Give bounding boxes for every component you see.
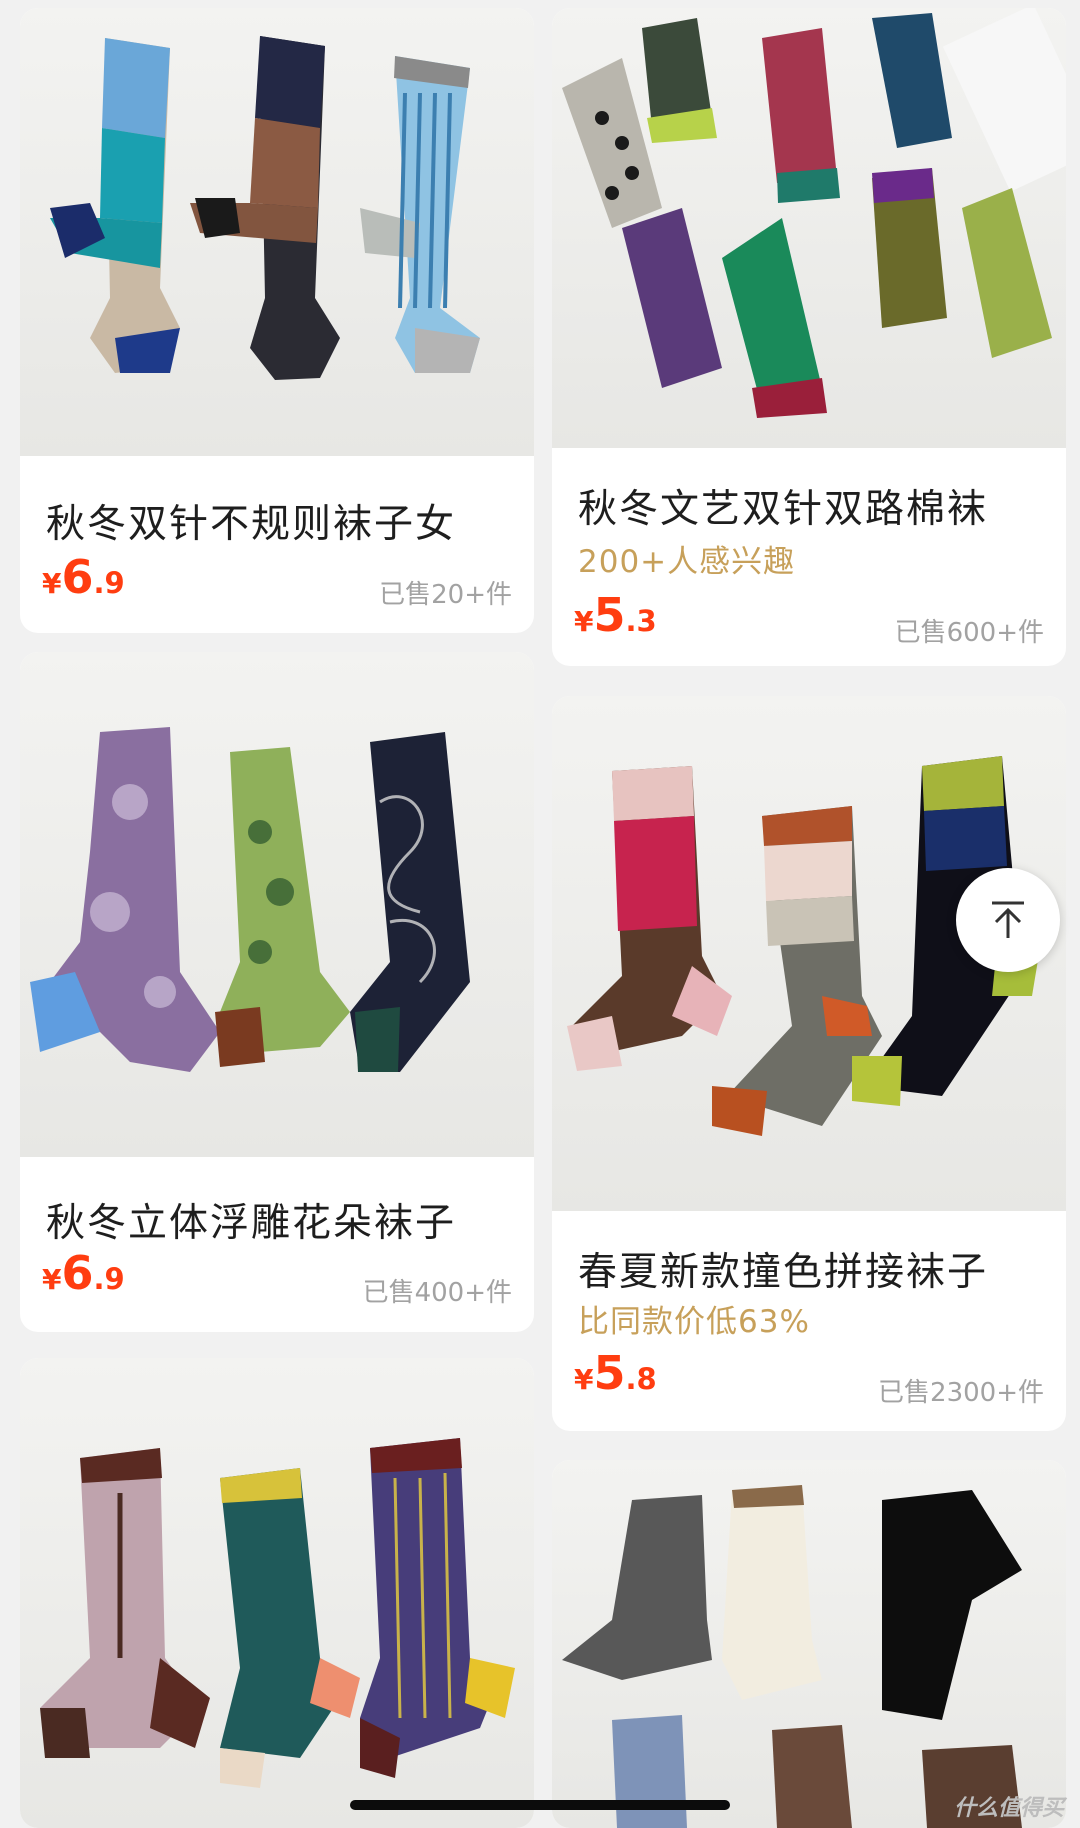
product-sold-count: 已售400+件 <box>362 1278 512 1308</box>
price-integer: 6 <box>61 550 94 604</box>
product-image-3[interactable] <box>20 652 534 1157</box>
price-currency: ¥ <box>574 1363 594 1396</box>
product-card-1[interactable]: 秋冬双针不规则袜子女 ¥6.9 已售20+件 <box>20 8 534 633</box>
product-sold-count: 已售20+件 <box>379 580 512 610</box>
price-integer: 5 <box>593 588 626 642</box>
price-currency: ¥ <box>574 605 594 638</box>
price-currency: ¥ <box>42 1263 62 1296</box>
price-decimal: .3 <box>625 604 657 638</box>
product-sold-count: 已售600+件 <box>894 618 1044 648</box>
price-currency: ¥ <box>42 567 62 600</box>
home-indicator[interactable] <box>350 1800 730 1810</box>
arrow-up-to-top-icon <box>992 901 1024 938</box>
back-to-top-button[interactable] <box>956 868 1060 972</box>
product-title[interactable]: 秋冬双针不规则袜子女 <box>46 493 514 549</box>
product-price: ¥6.9 <box>42 1246 125 1300</box>
product-price: ¥6.9 <box>42 550 125 604</box>
product-card-4[interactable]: 春夏新款撞色拼接袜子 比同款价低63% ¥5.8 已售2300+件 <box>552 696 1066 1431</box>
product-card-2[interactable]: 秋冬文艺双针双路棉袜 200+人感兴趣 ¥5.3 已售600+件 <box>552 8 1066 666</box>
product-title[interactable]: 秋冬文艺双针双路棉袜 <box>578 478 1046 534</box>
product-feed: 秋冬双针不规则袜子女 ¥6.9 已售20+件 秋冬文艺双针双路棉袜 200+人感… <box>0 0 1080 1828</box>
product-tag: 200+人感兴趣 <box>578 544 796 580</box>
product-title[interactable]: 春夏新款撞色拼接袜子 <box>578 1241 1046 1297</box>
price-integer: 6 <box>61 1246 94 1300</box>
product-card-6[interactable] <box>552 1460 1066 1828</box>
product-image-1[interactable] <box>20 8 534 456</box>
product-card-5[interactable] <box>20 1358 534 1828</box>
price-decimal: .9 <box>93 566 125 600</box>
price-decimal: .8 <box>625 1362 657 1396</box>
price-integer: 5 <box>593 1346 626 1400</box>
product-price: ¥5.8 <box>574 1346 657 1400</box>
product-image-5[interactable] <box>20 1358 534 1828</box>
product-price: ¥5.3 <box>574 588 657 642</box>
product-title[interactable]: 秋冬立体浮雕花朵袜子 <box>46 1192 514 1248</box>
product-sold-count: 已售2300+件 <box>878 1378 1044 1408</box>
product-image-2[interactable] <box>552 8 1066 448</box>
watermark: 什么值得买 <box>953 1796 1064 1821</box>
price-decimal: .9 <box>93 1262 125 1296</box>
product-image-6[interactable] <box>552 1460 1066 1828</box>
product-card-3[interactable]: 秋冬立体浮雕花朵袜子 ¥6.9 已售400+件 <box>20 652 534 1332</box>
product-tag: 比同款价低63% <box>578 1304 810 1340</box>
